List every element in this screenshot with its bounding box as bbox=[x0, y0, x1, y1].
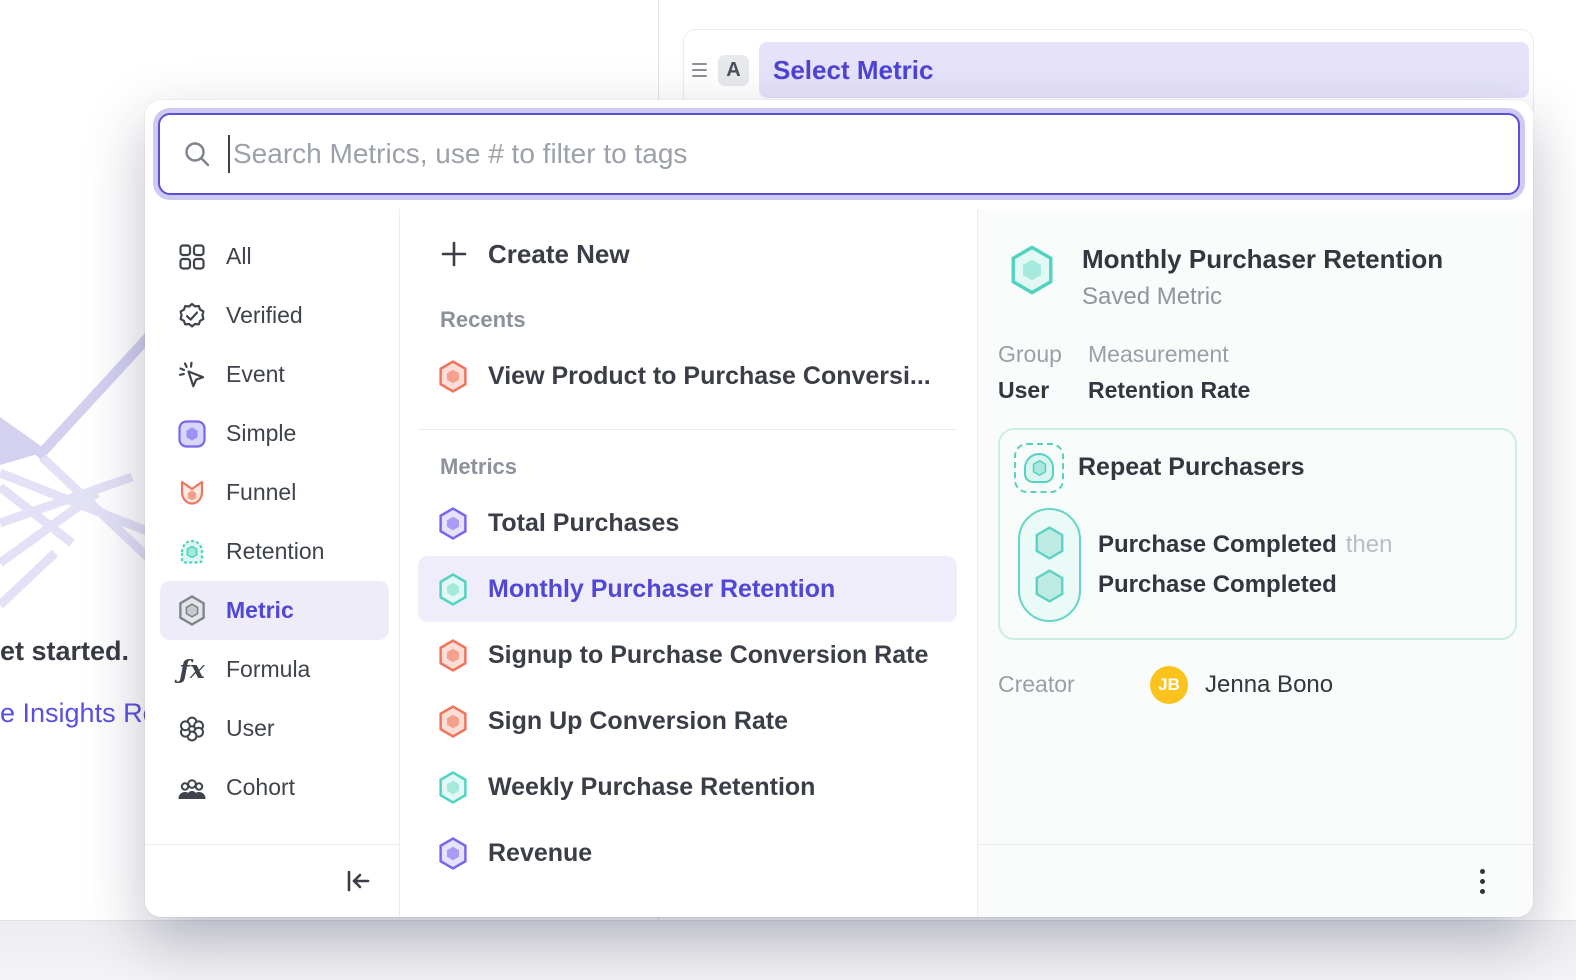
sidebar-item-event[interactable]: Event bbox=[160, 345, 389, 404]
metric-item-label: Revenue bbox=[488, 839, 592, 868]
verified-badge-icon bbox=[177, 301, 207, 331]
step-connector: then bbox=[1346, 531, 1393, 558]
query-builder-row: A Select Metric bbox=[684, 30, 1533, 110]
metric-hexagon-purple-icon bbox=[438, 506, 470, 540]
measurement-value: Retention Rate bbox=[1088, 377, 1250, 404]
metric-item-revenue[interactable]: Revenue bbox=[418, 820, 957, 886]
detail-subtitle: Saved Metric bbox=[1082, 283, 1443, 311]
sidebar-item-label: Event bbox=[226, 361, 285, 388]
metric-item-signup-conversion[interactable]: Sign Up Conversion Rate bbox=[418, 688, 957, 754]
cohort-people-icon bbox=[177, 773, 207, 803]
category-sidebar: All Verified bbox=[145, 209, 400, 917]
row-letter-badge: A bbox=[718, 55, 749, 86]
more-options-icon[interactable] bbox=[1474, 863, 1491, 900]
recent-item-label: View Product to Purchase Conversi... bbox=[488, 362, 931, 391]
simple-metric-icon bbox=[177, 419, 207, 449]
metrics-header: Metrics bbox=[440, 454, 957, 480]
sidebar-item-all[interactable]: All bbox=[160, 227, 389, 286]
metric-definition-card: Repeat Purchasers bbox=[998, 428, 1517, 640]
sidebar-item-label: Simple bbox=[226, 420, 296, 447]
sidebar-item-verified[interactable]: Verified bbox=[160, 286, 389, 345]
select-metric-button[interactable]: Select Metric bbox=[759, 42, 1529, 98]
funnel-icon bbox=[177, 478, 207, 508]
metric-item-weekly-purchase-retention[interactable]: Weekly Purchase Retention bbox=[418, 754, 957, 820]
create-new-label: Create New bbox=[488, 239, 630, 270]
formula-fx-icon: ƒx bbox=[177, 655, 207, 685]
sidebar-item-retention[interactable]: Retention bbox=[160, 522, 389, 581]
step2-event: Purchase Completed bbox=[1098, 571, 1337, 598]
grid-icon bbox=[177, 242, 207, 272]
event-sequence-capsule bbox=[1018, 508, 1081, 622]
plus-icon bbox=[440, 240, 468, 268]
sidebar-item-user[interactable]: User bbox=[160, 699, 389, 758]
metric-hexagon-teal-icon bbox=[1008, 245, 1056, 295]
metric-hexagon-orange-icon bbox=[438, 359, 470, 393]
search-icon bbox=[182, 139, 212, 169]
metric-item-total-purchases[interactable]: Total Purchases bbox=[418, 490, 957, 556]
metric-item-label: Total Purchases bbox=[488, 509, 679, 538]
metric-item-signup-to-purchase[interactable]: Signup to Purchase Conversion Rate bbox=[418, 622, 957, 688]
user-cluster-icon bbox=[177, 714, 207, 744]
metric-hexagon-teal-icon bbox=[438, 572, 470, 606]
event-hexagon-icon bbox=[1034, 526, 1065, 560]
sidebar-item-label: Retention bbox=[226, 538, 324, 565]
sidebar-item-label: Metric bbox=[226, 597, 294, 624]
metric-hexagon-icon bbox=[177, 596, 207, 626]
step1-event: Purchase Completed bbox=[1098, 531, 1337, 558]
search-input[interactable] bbox=[230, 138, 1508, 170]
sidebar-item-funnel[interactable]: Funnel bbox=[160, 463, 389, 522]
metric-item-monthly-purchaser-retention[interactable]: Monthly Purchaser Retention bbox=[418, 556, 957, 622]
list-divider bbox=[418, 429, 957, 430]
retention-icon bbox=[177, 537, 207, 567]
sidebar-item-label: All bbox=[226, 243, 252, 270]
group-value: User bbox=[998, 377, 1088, 404]
background-headline-fragment: et started. bbox=[0, 636, 129, 667]
metric-item-label: Sign Up Conversion Rate bbox=[488, 707, 788, 736]
metric-item-label: Signup to Purchase Conversion Rate bbox=[488, 641, 928, 670]
collapse-sidebar-icon[interactable] bbox=[344, 867, 372, 895]
detail-title: Monthly Purchaser Retention bbox=[1082, 243, 1443, 276]
creator-label: Creator bbox=[998, 671, 1150, 698]
definition-title: Repeat Purchasers bbox=[1078, 453, 1305, 482]
search-section bbox=[145, 100, 1533, 209]
search-box[interactable] bbox=[158, 113, 1520, 195]
measurement-label: Measurement bbox=[1088, 341, 1250, 368]
metric-item-label: Monthly Purchaser Retention bbox=[488, 575, 835, 604]
sidebar-item-label: Cohort bbox=[226, 774, 295, 801]
sidebar-item-simple[interactable]: Simple bbox=[160, 404, 389, 463]
background-insights-link-fragment[interactable]: e Insights Re bbox=[0, 698, 158, 729]
metric-detail-panel: Monthly Purchaser Retention Saved Metric… bbox=[978, 209, 1533, 917]
background-bottom-strip bbox=[0, 920, 1576, 980]
drag-handle-icon[interactable] bbox=[692, 63, 710, 77]
metric-picker-modal: All Verified bbox=[145, 100, 1533, 917]
metric-hexagon-teal-icon bbox=[438, 770, 470, 804]
create-new-button[interactable]: Create New bbox=[418, 225, 957, 283]
sidebar-item-cohort[interactable]: Cohort bbox=[160, 758, 389, 817]
detail-meta: Group User Measurement Retention Rate bbox=[996, 341, 1519, 404]
sidebar-item-formula[interactable]: ƒx Formula bbox=[160, 640, 389, 699]
creator-name: Jenna Bono bbox=[1205, 671, 1333, 699]
recents-header: Recents bbox=[440, 307, 957, 333]
recent-item[interactable]: View Product to Purchase Conversi... bbox=[418, 343, 957, 409]
metric-hexagon-orange-icon bbox=[438, 638, 470, 672]
sidebar-item-label: User bbox=[226, 715, 275, 742]
cursor-click-icon bbox=[177, 360, 207, 390]
metric-hexagon-purple-icon bbox=[438, 836, 470, 870]
sidebar-item-label: Verified bbox=[226, 302, 303, 329]
event-hexagon-icon bbox=[1034, 569, 1065, 603]
detail-footer bbox=[978, 844, 1533, 917]
creator-row: Creator JB Jenna Bono bbox=[998, 666, 1519, 704]
metric-list-panel: Create New Recents View Product to Purch… bbox=[400, 209, 978, 917]
group-label: Group bbox=[998, 341, 1088, 368]
retention-definition-icon bbox=[1014, 443, 1064, 493]
creator-avatar: JB bbox=[1150, 666, 1188, 704]
metric-hexagon-orange-icon bbox=[438, 704, 470, 738]
sidebar-item-label: Formula bbox=[226, 656, 310, 683]
sidebar-item-label: Funnel bbox=[226, 479, 296, 506]
sidebar-item-metric[interactable]: Metric bbox=[160, 581, 389, 640]
metric-item-label: Weekly Purchase Retention bbox=[488, 773, 815, 802]
sidebar-footer bbox=[145, 844, 399, 917]
